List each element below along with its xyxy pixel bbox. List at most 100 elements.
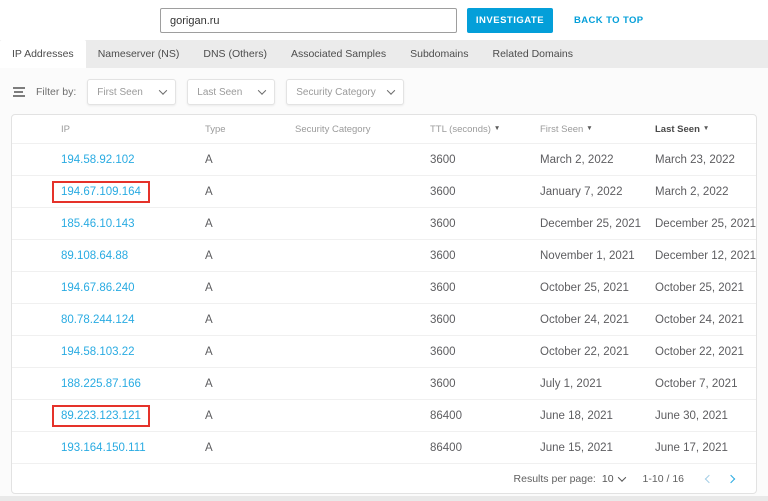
last-seen-cell: June 17, 2021 [655,441,728,454]
last-seen-cell: December 12, 2021 [655,249,757,262]
column-header: Security Category▼ [295,123,371,135]
ip-cell: 194.58.103.22 [61,346,205,358]
ip-link[interactable]: 185.46.10.143 [61,218,135,230]
last-seen-filter-dropdown[interactable]: Last Seen [187,79,276,105]
last-seen-cell: March 2, 2022 [655,185,729,198]
ip-link[interactable]: 80.78.244.124 [61,314,135,326]
type-cell: A [205,185,213,198]
type-cell: A [205,409,213,422]
table-row: 89.223.123.121 A 86400 June 18, 2021 Jun… [12,399,756,431]
filter-by-label: Filter by: [36,86,77,98]
ttl-cell: 3600 [430,217,456,230]
security-category-filter-dropdown[interactable]: Security Category [286,79,405,105]
first-seen-cell: October 22, 2021 [540,345,629,358]
ip-link[interactable]: 194.67.109.164 [52,180,150,203]
tab-dns-others[interactable]: DNS (Others) [191,40,279,68]
tab-related-domains[interactable]: Related Domains [480,40,585,68]
chevron-down-icon [258,86,267,95]
column-header: Type▼ [205,123,226,135]
next-page-button[interactable] [722,470,740,488]
back-to-top-link[interactable]: BACK TO TOP [574,15,644,26]
ip-link[interactable]: 89.223.123.121 [52,404,150,427]
table-row: 194.58.92.102 A 3600 March 2, 2022 March… [12,143,756,175]
page-range-label: 1-10 / 16 [642,472,684,485]
first-seen-cell: December 25, 2021 [540,217,642,230]
first-seen-cell: March 2, 2022 [540,153,614,166]
tab-subdomains[interactable]: Subdomains [398,40,480,68]
last-seen-cell: October 7, 2021 [655,377,738,390]
filter-icon [13,85,25,100]
ip-cell: 194.58.92.102 [61,154,205,166]
column-header[interactable]: First Seen ▼ [540,124,655,135]
ip-cell: 188.225.87.166 [61,378,205,390]
first-seen-cell: October 24, 2021 [540,313,629,326]
last-seen-cell: December 25, 2021 [655,217,757,230]
table-row: 194.58.103.22 A 3600 October 22, 2021 Oc… [12,335,756,367]
search-input[interactable] [160,8,457,33]
ip-link[interactable]: 194.67.86.240 [61,282,135,294]
ip-cell: 194.67.109.164 [52,180,205,203]
ttl-cell: 3600 [430,345,456,358]
ttl-cell: 3600 [430,249,456,262]
sort-descending-icon: ▼ [493,125,501,132]
table-row: 185.46.10.143 A 3600 December 25, 2021 D… [12,207,756,239]
ip-link[interactable]: 194.58.103.22 [61,346,135,358]
table-row: 89.108.64.88 A 3600 November 1, 2021 Dec… [12,239,756,271]
tab-ip-addresses[interactable]: IP Addresses [0,40,86,68]
ip-cell: 89.223.123.121 [52,404,205,427]
last-seen-filter-label: Last Seen [197,86,243,98]
previous-page-button[interactable] [700,470,718,488]
chevron-down-icon [159,86,168,95]
ttl-cell: 3600 [430,153,456,166]
investigate-button[interactable]: INVESTIGATE [467,8,553,33]
ttl-cell: 3600 [430,313,456,326]
ip-link[interactable]: 193.164.150.111 [61,442,146,454]
first-seen-cell: November 1, 2021 [540,249,635,262]
ttl-cell: 86400 [430,441,462,454]
ttl-cell: 86400 [430,409,462,422]
type-cell: A [205,441,213,454]
ip-cell: 185.46.10.143 [61,218,205,230]
type-cell: A [205,345,213,358]
tab-nameserver-ns[interactable]: Nameserver (NS) [86,40,192,68]
content-area: Filter by: First Seen Last Seen Security… [0,68,768,496]
first-seen-filter-label: First Seen [97,86,143,98]
last-seen-cell: October 25, 2021 [655,281,744,294]
bottom-edge [0,496,768,501]
last-seen-cell: June 30, 2021 [655,409,728,422]
filter-row: Filter by: First Seen Last Seen Security… [0,68,768,105]
top-bar: INVESTIGATE BACK TO TOP [0,0,768,40]
first-seen-cell: June 18, 2021 [540,409,613,422]
tab-associated-samples[interactable]: Associated Samples [279,40,398,68]
ip-cell: 194.67.86.240 [61,282,205,294]
table-row: 80.78.244.124 A 3600 October 24, 2021 Oc… [12,303,756,335]
ip-cell: 80.78.244.124 [61,314,205,326]
type-cell: A [205,217,213,230]
chevron-down-icon [387,86,396,95]
ttl-cell: 3600 [430,185,456,198]
column-header[interactable]: Last Seen ▼ [655,124,756,135]
chevron-left-icon [704,474,714,483]
column-header[interactable]: TTL (seconds) ▼ [430,124,540,135]
ip-link[interactable]: 188.225.87.166 [61,378,141,390]
ip-link[interactable]: 194.58.92.102 [61,154,135,166]
results-per-page-select[interactable]: 10 [601,472,626,485]
type-cell: A [205,153,213,166]
type-cell: A [205,377,213,390]
results-per-page-label: Results per page: [513,472,596,485]
type-cell: A [205,249,213,262]
last-seen-cell: October 22, 2021 [655,345,744,358]
security-category-filter-label: Security Category [296,86,376,98]
table-header-row: IP▼ Type▼ Security Category▼ TTL (second… [12,115,756,143]
ip-addresses-table: IP▼ Type▼ Security Category▼ TTL (second… [11,114,757,494]
table-row: 193.164.150.111 A 86400 June 15, 2021 Ju… [12,431,756,463]
chevron-down-icon [617,472,626,482]
table-row: 188.225.87.166 A 3600 July 1, 2021 Octob… [12,367,756,399]
ip-link[interactable]: 89.108.64.88 [61,250,128,262]
ip-cell: 193.164.150.111 [61,442,205,454]
ttl-cell: 3600 [430,281,456,294]
results-per-page-value: 10 [601,472,614,485]
last-seen-cell: October 24, 2021 [655,313,744,326]
column-header: IP▼ [61,123,70,135]
first-seen-filter-dropdown[interactable]: First Seen [87,79,177,105]
